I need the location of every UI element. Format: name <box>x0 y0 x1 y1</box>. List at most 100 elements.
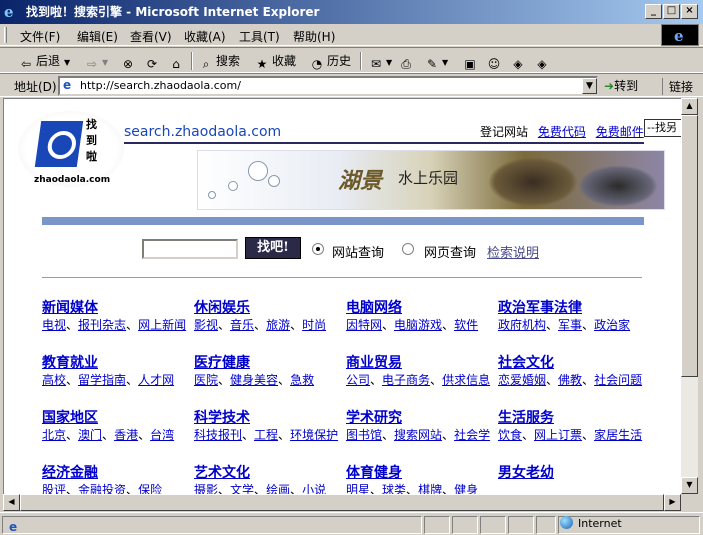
subcategory-link[interactable]: 时尚 <box>302 318 326 332</box>
category-heading-link[interactable]: 男女老幼 <box>498 464 658 482</box>
tool-button[interactable]: ◈ <box>510 52 528 71</box>
subcategory-link[interactable]: 音乐 <box>230 318 254 332</box>
subcategory-link[interactable]: 公司 <box>346 373 370 387</box>
free-mail-link[interactable]: 免费邮件 <box>596 125 644 139</box>
menu-view[interactable]: 查看(V) <box>130 28 172 45</box>
subcategory-link[interactable]: 网上新闻 <box>138 318 186 332</box>
category-heading-link[interactable]: 电脑网络 <box>346 299 506 317</box>
search-help-link[interactable]: 检索说明 <box>487 242 539 261</box>
subcategory-link[interactable]: 澳门 <box>78 428 102 442</box>
subcategory-link[interactable]: 绘画 <box>266 483 290 494</box>
category-heading-link[interactable]: 医疗健康 <box>194 354 354 372</box>
close-button[interactable]: × <box>681 4 698 19</box>
refresh-button[interactable]: ⟳ <box>144 52 162 71</box>
tool2-button[interactable]: ◈ <box>534 52 552 71</box>
category-heading-link[interactable]: 艺术文化 <box>194 464 354 482</box>
subcategory-link[interactable]: 保险 <box>138 483 162 494</box>
search-button[interactable]: 找吧! <box>245 237 301 259</box>
category-heading-link[interactable]: 教育就业 <box>42 354 202 372</box>
vertical-scroll-thumb[interactable] <box>681 115 698 377</box>
mail-button[interactable]: ✉ ▼ <box>368 52 392 71</box>
subcategory-link[interactable]: 高校 <box>42 373 66 387</box>
back-dropdown-icon[interactable]: ▼ <box>64 58 70 67</box>
subcategory-link[interactable]: 恋爱婚姻 <box>498 373 546 387</box>
subcategory-link[interactable]: 健身 <box>454 483 478 494</box>
radio-web-search[interactable] <box>402 243 414 255</box>
subcategory-link[interactable]: 香港 <box>114 428 138 442</box>
subcategory-link[interactable]: 军事 <box>558 318 582 332</box>
menu-file[interactable]: 文件(F) <box>20 28 60 45</box>
subcategory-link[interactable]: 供求信息 <box>442 373 490 387</box>
address-dropdown-icon[interactable]: ▼ <box>582 78 597 94</box>
scroll-right-icon[interactable]: ▶ <box>664 494 681 511</box>
subcategory-link[interactable]: 政府机构 <box>498 318 546 332</box>
address-input[interactable]: e http://search.zhaodaola.com/ <box>58 76 598 96</box>
edit-dropdown-icon[interactable]: ▼ <box>442 58 448 67</box>
subcategory-link[interactable]: 家居生活 <box>594 428 642 442</box>
category-heading-link[interactable]: 经济金融 <box>42 464 202 482</box>
subcategory-link[interactable]: 科技报刊 <box>194 428 242 442</box>
category-heading-link[interactable]: 社会文化 <box>498 354 658 372</box>
scroll-down-icon[interactable]: ▼ <box>681 477 698 494</box>
forward-dropdown-icon[interactable]: ▼ <box>102 58 108 67</box>
subcategory-link[interactable]: 图书馆 <box>346 428 382 442</box>
favorites-button[interactable]: ★ 收藏 <box>254 52 296 71</box>
banner-ad[interactable]: 湖景 水上乐园 <box>197 150 665 210</box>
subcategory-link[interactable]: 环境保护 <box>290 428 338 442</box>
subcategory-link[interactable]: 小说 <box>302 483 326 494</box>
back-button[interactable]: ⇦ 后退 ▼ <box>18 52 70 71</box>
subcategory-link[interactable]: 明星 <box>346 483 370 494</box>
menu-favorites[interactable]: 收藏(A) <box>184 28 226 45</box>
search-toolbar-button[interactable]: ⌕ 搜索 <box>198 52 240 71</box>
subcategory-link[interactable]: 健身美容 <box>230 373 278 387</box>
category-heading-link[interactable]: 科学技术 <box>194 409 354 427</box>
subcategory-link[interactable]: 影视 <box>194 318 218 332</box>
minimize-button[interactable]: _ <box>645 4 662 19</box>
subcategory-link[interactable]: 软件 <box>454 318 478 332</box>
register-site-link[interactable]: 登记网站 <box>480 125 528 139</box>
forward-button[interactable]: ⇨ ▼ <box>84 52 108 71</box>
subcategory-link[interactable]: 人才网 <box>138 373 174 387</box>
horizontal-scrollbar[interactable]: ◀ ▶ <box>3 494 681 511</box>
subcategory-link[interactable]: 医院 <box>194 373 218 387</box>
menu-edit[interactable]: 编辑(E) <box>77 28 118 45</box>
vertical-scrollbar[interactable]: ▲ ▼ <box>681 98 698 494</box>
links-button[interactable]: 链接 <box>662 78 693 95</box>
discuss-button[interactable]: ▣ <box>462 52 480 71</box>
subcategory-link[interactable]: 报刊杂志 <box>78 318 126 332</box>
history-button[interactable]: ◔ 历史 <box>309 52 351 71</box>
menu-help[interactable]: 帮助(H) <box>293 28 335 45</box>
scroll-up-icon[interactable]: ▲ <box>681 98 698 115</box>
scroll-left-icon[interactable]: ◀ <box>3 494 20 511</box>
subcategory-link[interactable]: 金融投资 <box>78 483 126 494</box>
menu-tools[interactable]: 工具(T) <box>239 28 280 45</box>
print-button[interactable]: ⎙ <box>398 52 416 71</box>
subcategory-link[interactable]: 棋牌 <box>418 483 442 494</box>
find-select[interactable]: --找另 <box>644 119 681 137</box>
stop-button[interactable]: ⊗ <box>120 52 138 71</box>
category-heading-link[interactable]: 生活服务 <box>498 409 658 427</box>
category-heading-link[interactable]: 商业贸易 <box>346 354 506 372</box>
subcategory-link[interactable]: 电子商务 <box>382 373 430 387</box>
free-code-link[interactable]: 免费代码 <box>538 125 586 139</box>
category-heading-link[interactable]: 政治军事法律 <box>498 299 658 317</box>
subcategory-link[interactable]: 工程 <box>254 428 278 442</box>
search-input[interactable] <box>142 239 238 259</box>
category-heading-link[interactable]: 休闲娱乐 <box>194 299 354 317</box>
category-heading-link[interactable]: 体育健身 <box>346 464 506 482</box>
subcategory-link[interactable]: 急救 <box>290 373 314 387</box>
subcategory-link[interactable]: 因特网 <box>346 318 382 332</box>
subcategory-link[interactable]: 旅游 <box>266 318 290 332</box>
subcategory-link[interactable]: 佛教 <box>558 373 582 387</box>
subcategory-link[interactable]: 搜索网站 <box>394 428 442 442</box>
maximize-button[interactable]: □ <box>663 4 680 19</box>
mail-dropdown-icon[interactable]: ▼ <box>386 58 392 67</box>
messenger-button[interactable]: ☺ <box>486 52 504 71</box>
subcategory-link[interactable]: 台湾 <box>150 428 174 442</box>
subcategory-link[interactable]: 留学指南 <box>78 373 126 387</box>
home-button[interactable]: ⌂ <box>168 52 186 71</box>
subcategory-link[interactable]: 社会问题 <box>594 373 642 387</box>
go-button[interactable]: ➜转到 <box>604 77 638 94</box>
subcategory-link[interactable]: 饮食 <box>498 428 522 442</box>
subcategory-link[interactable]: 摄影 <box>194 483 218 494</box>
